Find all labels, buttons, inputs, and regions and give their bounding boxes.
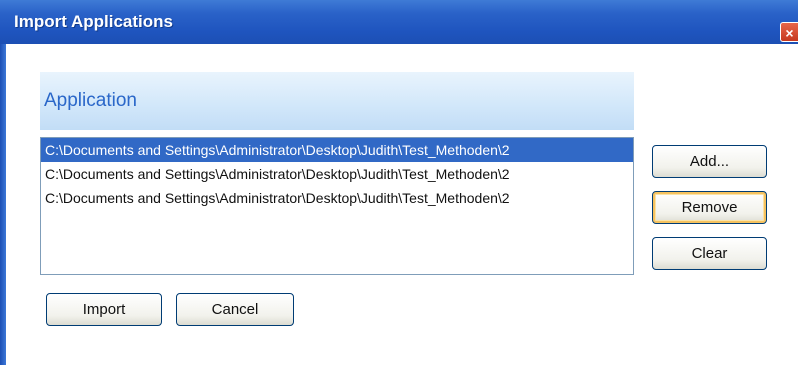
list-item[interactable]: C:\Documents and Settings\Administrator\…	[41, 138, 633, 162]
add-button[interactable]: Add...	[652, 145, 767, 178]
close-icon[interactable]: ×	[780, 22, 798, 42]
application-column-header: Application	[44, 90, 137, 111]
application-header: Application	[40, 72, 634, 130]
window-title: Import Applications	[14, 12, 173, 31]
import-applications-dialog: Import Applications × Application C:\Doc…	[0, 0, 798, 365]
window-frame-left	[0, 44, 6, 365]
cancel-button[interactable]: Cancel	[176, 293, 294, 326]
list-item[interactable]: C:\Documents and Settings\Administrator\…	[41, 162, 633, 186]
application-list[interactable]: C:\Documents and Settings\Administrator\…	[40, 137, 634, 275]
remove-button[interactable]: Remove	[652, 191, 767, 224]
import-button[interactable]: Import	[46, 293, 162, 326]
title-bar[interactable]: Import Applications ×	[0, 0, 798, 44]
clear-button[interactable]: Clear	[652, 237, 767, 270]
list-item[interactable]: C:\Documents and Settings\Administrator\…	[41, 186, 633, 210]
